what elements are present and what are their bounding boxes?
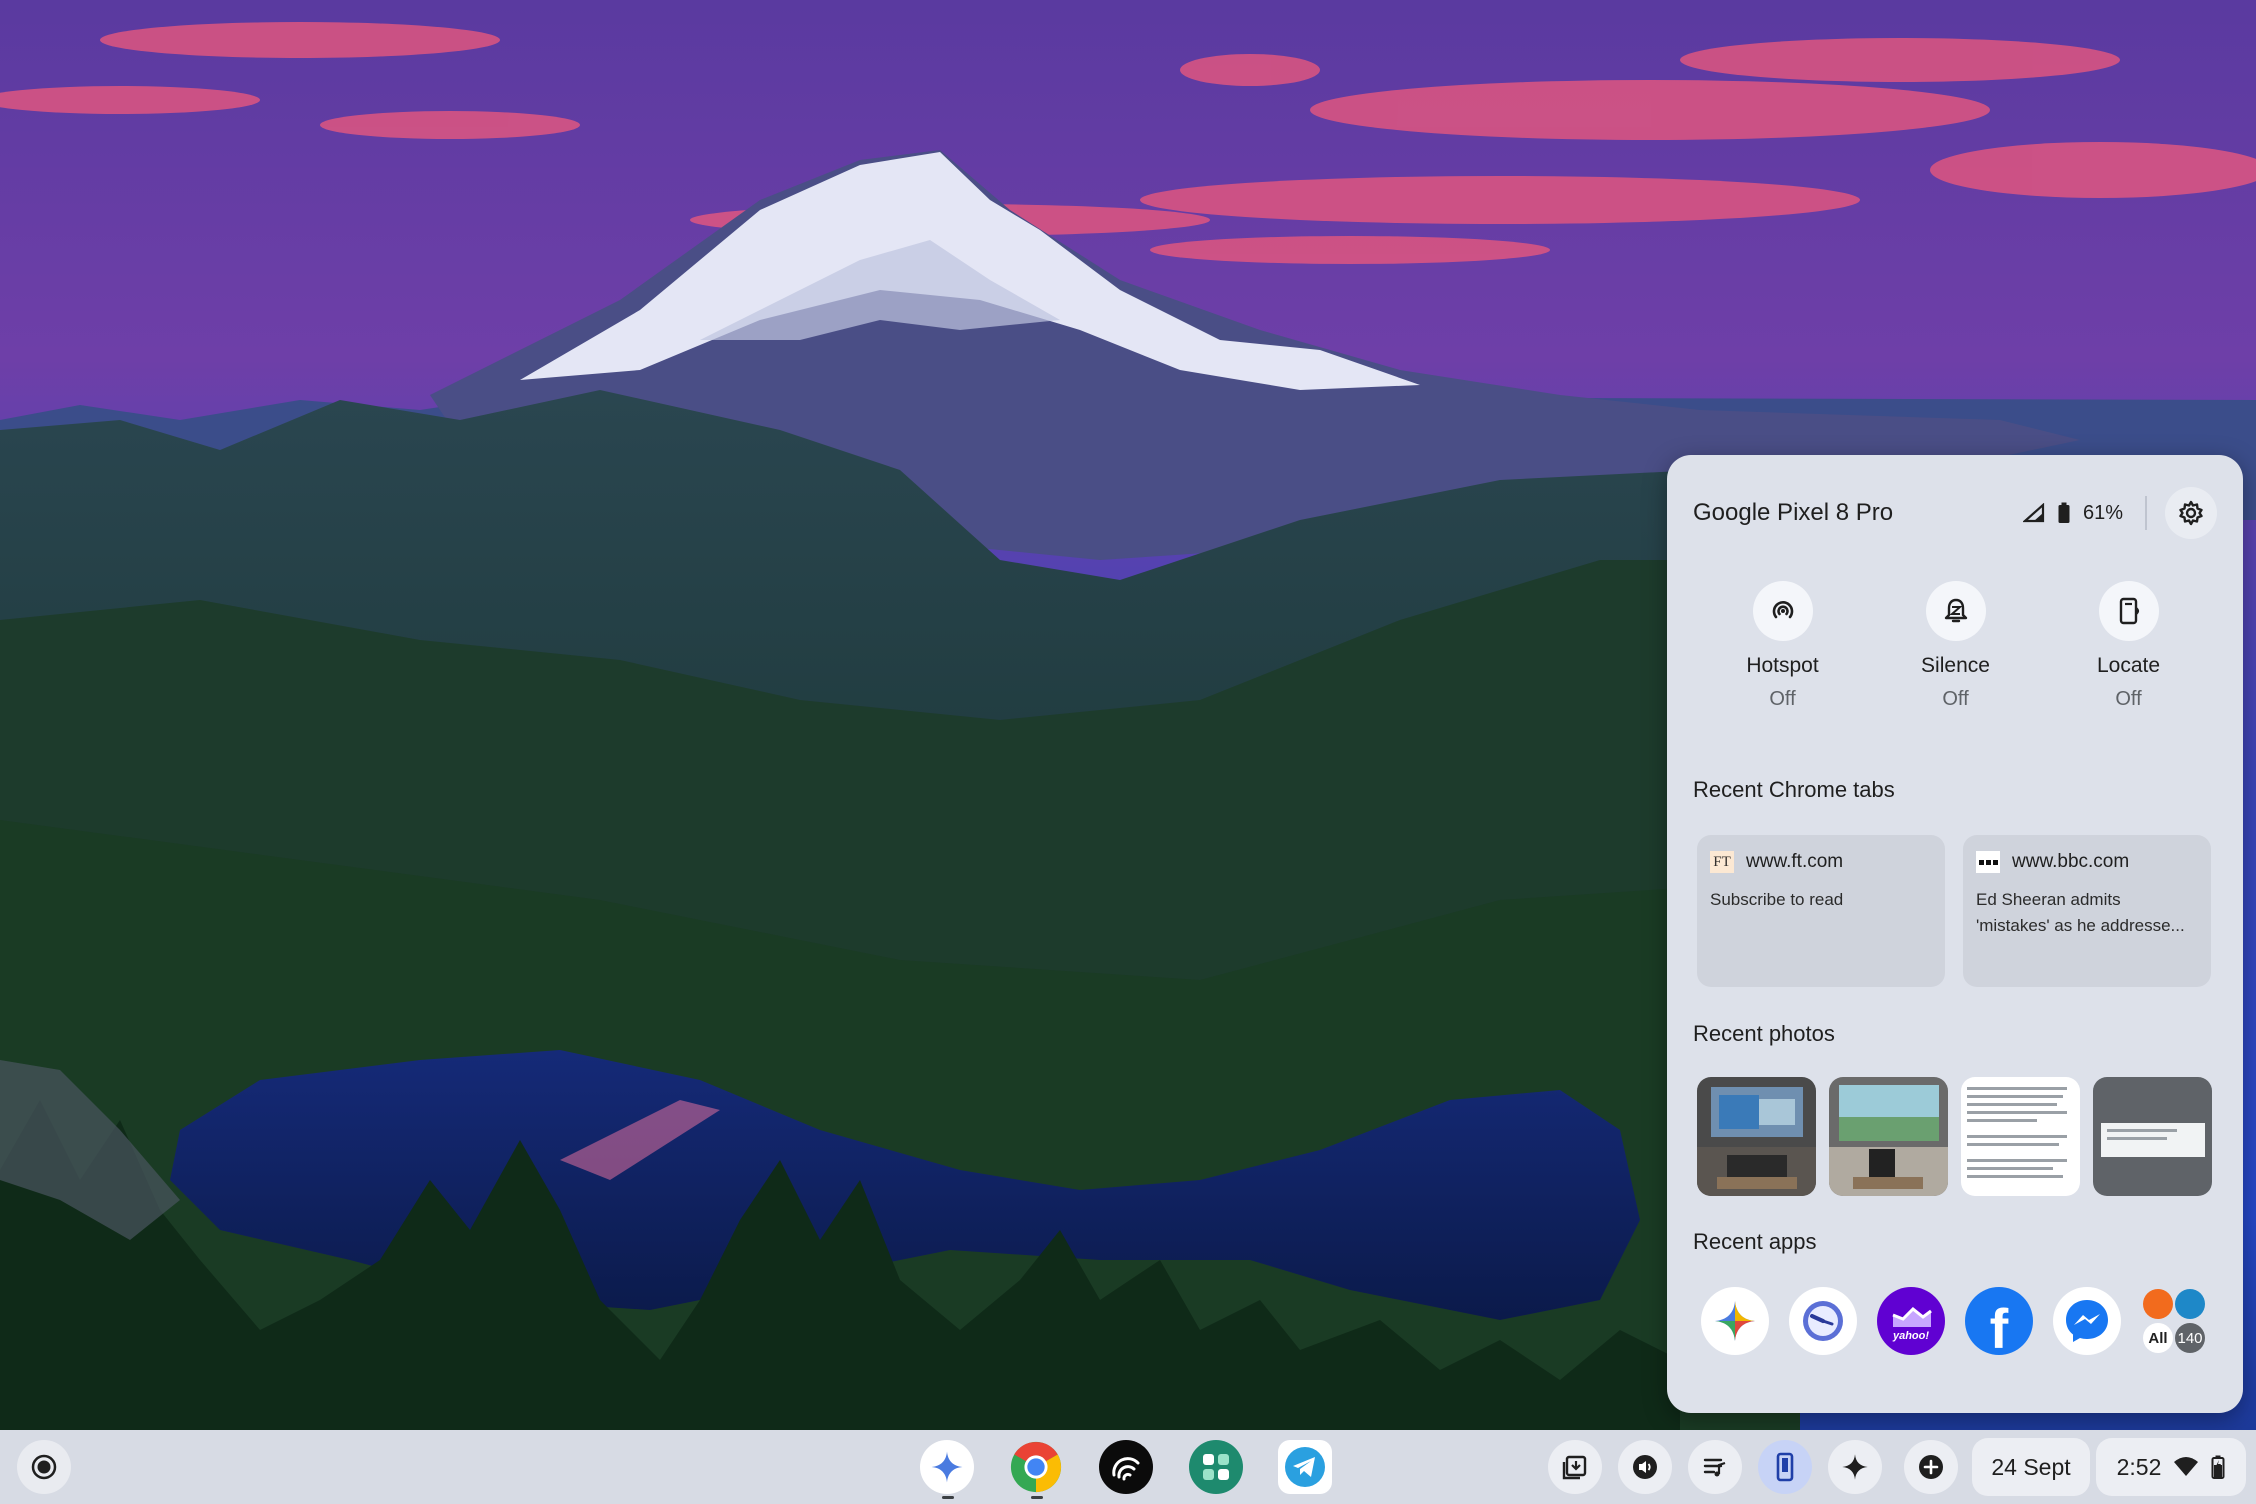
shelf: 24 Sept 2:52: [0, 1430, 2256, 1504]
shelf-app-grid-app[interactable]: [1189, 1440, 1243, 1494]
quick-action-state: Off: [1942, 688, 1969, 710]
phone-battery-percent: 61%: [2082, 501, 2123, 524]
ft-favicon-icon: FT: [1710, 851, 1734, 873]
date-button[interactable]: 24 Sept: [1972, 1438, 2090, 1496]
plus-circle-icon: [1919, 1455, 1943, 1479]
quick-action-state: Off: [2115, 688, 2142, 710]
recent-photos-row: [1697, 1077, 2212, 1196]
yahoo-finance-icon: yahoo!: [1892, 1306, 1932, 1342]
app-grid-icon: [1203, 1454, 1229, 1480]
battery-charging-icon: [2211, 1455, 2225, 1479]
tab-url: www.bbc.com: [2012, 851, 2130, 872]
quick-actions: Hotspot Off Silence Off Locate Off: [1667, 581, 2243, 711]
facebook-f-icon: f: [1989, 1296, 2009, 1360]
quick-action-state: Off: [1769, 688, 1796, 710]
hotspot-toggle-button[interactable]: [1752, 581, 1813, 641]
shelf-audible-app[interactable]: [1099, 1440, 1153, 1494]
tab-url-row: www.bbc.com: [1976, 851, 2198, 873]
shelf-gemini-app[interactable]: [920, 1440, 974, 1499]
holding-space-icon: [1562, 1455, 1587, 1480]
date-text: 24 Sept: [1991, 1453, 2071, 1480]
speaker-icon: [1633, 1455, 1657, 1479]
yahoo-finance-app-icon[interactable]: yahoo!: [1877, 1287, 1945, 1355]
recent-photo[interactable]: [1697, 1077, 1816, 1196]
media-queue-icon: [1703, 1458, 1726, 1477]
recent-apps-row: yahoo! f All 140: [1701, 1287, 2209, 1360]
media-controls-button[interactable]: [1688, 1440, 1742, 1494]
phone-hub-button[interactable]: [1758, 1440, 1812, 1494]
phone-hub-header: Google Pixel 8 Pro 61%: [1693, 487, 2217, 539]
recent-tab-card[interactable]: FT www.ft.com Subscribe to read: [1697, 835, 1945, 987]
wifi-icon: [2174, 1457, 2199, 1476]
clock-app-icon[interactable]: [1789, 1287, 1857, 1355]
launcher-icon: [31, 1454, 57, 1480]
chrome-icon: [1010, 1441, 1062, 1493]
phone-battery-icon: [2058, 502, 2070, 523]
quick-action-label: Locate: [2096, 654, 2161, 677]
add-button[interactable]: [1904, 1440, 1958, 1494]
gemini-app-icon[interactable]: [1701, 1287, 1769, 1355]
shelf-telegram-app[interactable]: [1278, 1440, 1332, 1494]
tab-url-row: FT www.ft.com: [1710, 851, 1932, 873]
silence-toggle-button[interactable]: [1925, 581, 1986, 641]
gemini-tray-button[interactable]: [1828, 1440, 1882, 1494]
pdf-app-icon: [2175, 1289, 2205, 1319]
recent-photo[interactable]: [2093, 1077, 2212, 1196]
tab-title: Subscribe to read: [1710, 890, 1844, 909]
locate-phone-icon: [2119, 597, 2139, 625]
holding-space-button[interactable]: [1548, 1440, 1602, 1494]
bbc-favicon-icon: [1976, 851, 2000, 873]
gemini-icon: [931, 1451, 963, 1483]
launcher-button[interactable]: [17, 1440, 71, 1494]
telegram-icon: [1285, 1447, 1325, 1487]
recent-photo[interactable]: [1829, 1077, 1948, 1196]
recent-chrome-tabs-title: Recent Chrome tabs: [1693, 777, 1895, 802]
gear-icon: [2179, 500, 2203, 526]
quick-action-label: Silence: [1921, 654, 1990, 677]
recent-photo[interactable]: [1961, 1077, 2080, 1196]
quick-action-silence[interactable]: Silence Off: [1869, 581, 2042, 711]
facebook-app-icon[interactable]: f: [1965, 1287, 2033, 1360]
photo-thumbnail-image: [1961, 1077, 2080, 1196]
running-indicator: [1031, 1496, 1043, 1499]
shelf-chrome-app[interactable]: [1009, 1440, 1063, 1499]
recent-tab-card[interactable]: www.bbc.com Ed Sheeran admits 'mistakes'…: [1963, 835, 2211, 987]
silence-bell-icon: [1944, 598, 1967, 623]
recent-apps-title: Recent apps: [1693, 1229, 1817, 1254]
audible-icon: [1112, 1457, 1140, 1481]
signal-icon: [2022, 503, 2045, 523]
messenger-icon: [2066, 1300, 2108, 1342]
sparkle-icon: [1842, 1454, 1868, 1480]
status-area-button[interactable]: 2:52: [2096, 1438, 2246, 1496]
messenger-app-icon[interactable]: [2053, 1287, 2121, 1355]
all-apps-label: All: [2143, 1323, 2173, 1353]
recent-photos-title: Recent photos: [1693, 1021, 1835, 1046]
phone-hub-panel: Google Pixel 8 Pro 61% Hotspot Off Silen…: [1667, 455, 2243, 1413]
all-apps-button[interactable]: All 140: [2141, 1287, 2209, 1355]
clock-icon: [1803, 1301, 1843, 1341]
hotspot-icon: [1772, 601, 1793, 619]
running-indicator: [942, 1496, 954, 1499]
tab-url: www.ft.com: [1746, 851, 1844, 872]
clock-time: 2:52: [2116, 1453, 2162, 1480]
phone-icon: [1776, 1452, 1794, 1482]
tab-title: Ed Sheeran admits 'mistakes' as he addre…: [1976, 890, 2185, 935]
phone-hub-settings-button[interactable]: [2165, 487, 2217, 539]
gemini-star-icon: [1715, 1301, 1755, 1341]
photo-thumbnail-image: [1697, 1077, 1816, 1196]
quick-action-locate[interactable]: Locate Off: [2042, 581, 2215, 711]
yahoo-text: yahoo!: [1892, 1330, 1929, 1342]
locate-toggle-button[interactable]: [2098, 581, 2159, 641]
acw-app-icon: [2143, 1289, 2173, 1319]
header-divider: [2145, 496, 2147, 530]
device-name: Google Pixel 8 Pro: [1693, 499, 1894, 526]
phone-status: 61%: [2022, 501, 2123, 525]
photo-thumbnail-image: [1829, 1077, 1948, 1196]
quick-action-hotspot[interactable]: Hotspot Off: [1696, 581, 1869, 711]
photo-thumbnail-image: [2093, 1077, 2212, 1196]
all-apps-count-badge: 140: [2175, 1323, 2205, 1353]
audio-capture-button[interactable]: [1618, 1440, 1672, 1494]
quick-action-label: Hotspot: [1746, 654, 1819, 677]
